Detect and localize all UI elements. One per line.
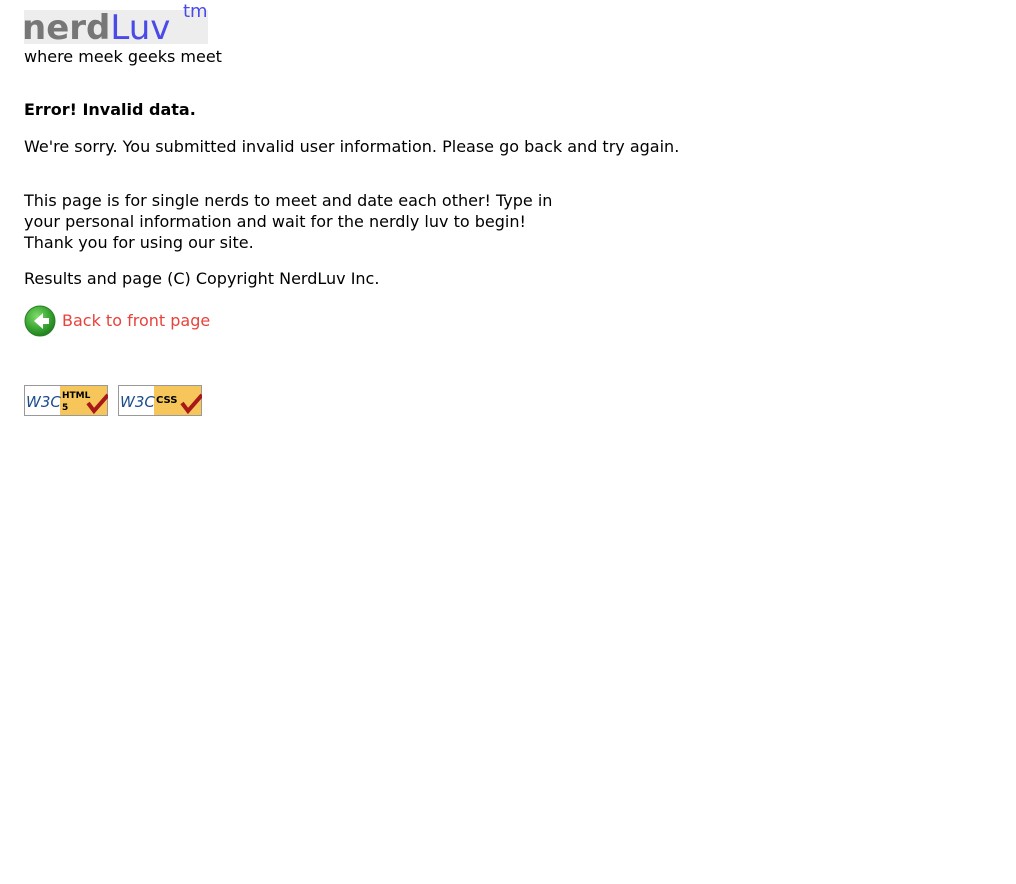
back-to-front-page-link[interactable]: Back to front page (24, 304, 210, 338)
w3c-css-badge[interactable]: W3C CSS (118, 385, 202, 416)
copyright-notice: Results and page (C) Copyright NerdLuv I… (24, 269, 380, 288)
logo-wordmark: nerdLuv (22, 4, 170, 52)
w3c-logo-text: W3C (120, 393, 155, 411)
description-line-2: your personal information and wait for t… (24, 212, 526, 231)
error-message: We're sorry. You submitted invalid user … (24, 137, 680, 156)
page-container: nerdLuv tm where meek geeks meet Error! … (22, 1, 984, 416)
site-tagline: where meek geeks meet (24, 47, 222, 66)
html-badge-text: HTML (62, 391, 91, 401)
logo-luv-text: Luv (110, 8, 171, 48)
site-logo: nerdLuv tm (22, 1, 224, 48)
css-badge-text: CSS (156, 395, 177, 406)
back-link-label: Back to front page (62, 311, 211, 330)
w3c-html5-badge[interactable]: W3C HTML 5 (24, 385, 108, 416)
description-line-1: This page is for single nerds to meet an… (24, 191, 553, 210)
description-line-3: Thank you for using our site. (24, 233, 254, 252)
html-version-text: 5 (62, 403, 68, 413)
site-description: This page is for single nerds to meet an… (24, 190, 552, 253)
validation-badges: W3C HTML 5 W3C CSS (24, 385, 202, 416)
w3c-logo-text: W3C (26, 393, 61, 411)
trademark-mark: tm (183, 1, 208, 22)
logo-nerd-text: nerd (22, 8, 111, 48)
back-arrow-icon (24, 305, 56, 337)
error-heading: Error! Invalid data. (24, 100, 196, 119)
